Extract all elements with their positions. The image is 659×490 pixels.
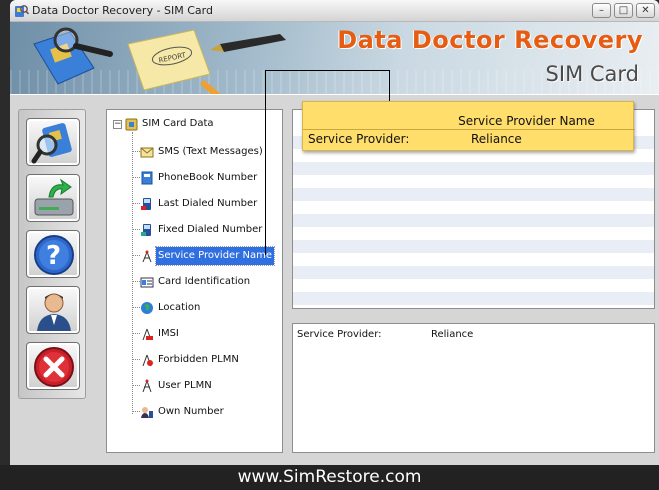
callout-line-vertical [265,70,266,255]
phonebook-icon [141,171,153,185]
background-edge [0,325,10,465]
grid-row [293,266,654,279]
globe-icon [141,302,153,314]
callout-line-drop [389,70,390,101]
close-window-button[interactable]: ✕ [636,3,655,18]
tree-item-forbidden-plmn[interactable]: Forbidden PLMN [132,350,282,370]
sim-magnifier-icon [31,123,72,164]
brand-title: Data Doctor Recovery [337,26,643,54]
grid-row [293,292,654,305]
tree-item-label: Own Number [158,406,224,417]
phone-fixed-icon [141,224,151,236]
tree-item-label: Card Identification [158,276,251,287]
tree-item-label: Service Provider Name [155,246,275,266]
popup-value: Reliance [471,132,522,146]
report-paper-icon: REPORT [127,29,211,91]
grid-row [293,227,654,240]
footer-url: www.SimRestore.com [0,465,659,490]
tree-item-user-plmn[interactable]: User PLMN [132,376,282,396]
drive-save-icon [34,178,74,216]
popup-key: Service Provider: [308,132,410,146]
header-banner: REPORT Data Doctor Recovery SIM Card [10,22,659,94]
pencil-icon [200,80,221,94]
title-bar[interactable]: Data Doctor Recovery - SIM Card – □ ✕ [10,0,659,22]
product-title: SIM Card [545,62,639,86]
tree-item-location[interactable]: Location [132,298,282,318]
user-icon [37,293,71,331]
tree-item-label: User PLMN [158,380,212,391]
envelope-icon [140,147,154,158]
app-icon [15,5,29,17]
tree-item-last-dialed[interactable]: Last Dialed Number [132,194,282,214]
tower-forbidden-icon [142,354,153,367]
details-panel[interactable]: Service Provider: Reliance [292,323,655,453]
close-icon [34,347,74,387]
tower-icon [142,328,153,341]
grid-row [293,253,654,266]
person-phone-icon [141,407,153,418]
tree-item-label: PhoneBook Number [158,172,258,183]
tree-item-fixed-dialed[interactable]: Fixed Dialed Number [132,220,282,240]
tree-item-sms[interactable]: SMS (Text Messages) [132,142,282,162]
svg-text:?: ? [46,241,61,271]
exit-button[interactable] [26,342,80,390]
tree-collapse-icon[interactable]: − [113,120,122,129]
question-icon: ? [34,235,74,275]
tree-root-label: SIM Card Data [142,118,214,129]
phone-icon [141,198,151,210]
tree-item-own-number[interactable]: Own Number [132,402,282,422]
minimize-button[interactable]: – [592,3,611,18]
search-sim-button[interactable] [26,118,80,166]
grid-row [293,201,654,214]
tree-item-label: Forbidden PLMN [158,354,239,365]
tree-item-phonebook[interactable]: PhoneBook Number [132,168,282,188]
save-button[interactable] [26,174,80,222]
tree-item-label: IMSI [158,328,179,339]
tower-user-icon [142,379,152,393]
app-window: Data Doctor Recovery - SIM Card – □ ✕ RE… [10,0,659,465]
left-toolbar: ? [18,109,86,399]
popup-divider [303,129,635,130]
grid-row [293,175,654,188]
grid-row [293,240,654,253]
tree-item-label: Fixed Dialed Number [158,224,263,235]
grid-row [293,188,654,201]
tree-item-label: Last Dialed Number [158,198,258,209]
tree-item-imsi[interactable]: IMSI [132,324,282,344]
callout-line-top [265,70,389,71]
tree-item-card-id[interactable]: Card Identification [132,272,282,292]
banner-artwork: REPORT [33,27,286,94]
grid-row [293,162,654,175]
magnifier-icon [53,27,113,57]
details-key: Service Provider: [297,329,382,340]
details-value: Reliance [431,329,474,340]
window-title: Data Doctor Recovery - SIM Card [32,4,213,17]
sim-data-tree[interactable]: − SIM Card Data SMS (Text Messages) Phon… [106,109,283,453]
pen-icon [210,34,286,52]
help-button[interactable]: ? [26,230,80,278]
maximize-button[interactable]: □ [614,3,633,18]
about-button[interactable] [26,286,80,334]
tree-item-label: SMS (Text Messages) [158,146,263,157]
sim-card-folder-icon [125,118,138,131]
tree-item-service-provider[interactable]: Service Provider Name [132,246,282,266]
grid-row [293,279,654,292]
popup-header: Service Provider Name [458,114,595,128]
tree-item-label: Location [158,302,201,313]
id-card-icon [140,277,154,288]
service-provider-popup: Service Provider Name Service Provider: … [302,101,635,151]
antenna-icon [142,250,152,263]
grid-row [293,214,654,227]
